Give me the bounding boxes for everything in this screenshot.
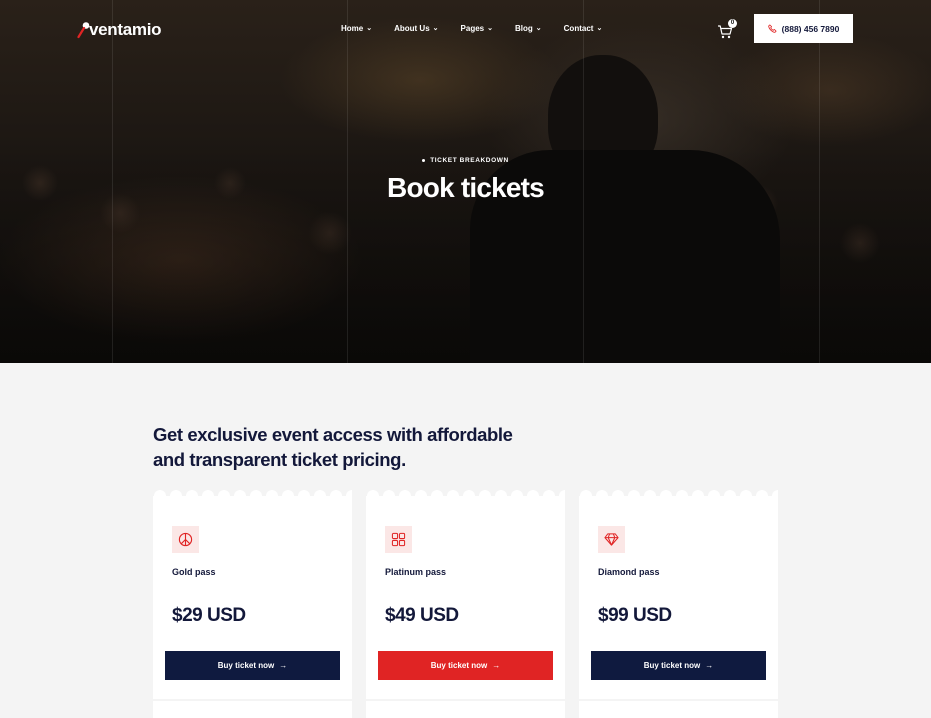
hero-eyebrow-text: TICKET BREAKDOWN — [430, 157, 509, 164]
cart-count-badge: 0 — [728, 19, 737, 28]
arrow-right-icon: → — [279, 661, 288, 670]
section-heading-line: and transparent ticket pricing. — [153, 449, 406, 470]
nav-item-blog[interactable]: Blog ⌄ — [515, 24, 542, 33]
cart-button[interactable]: 0 — [717, 19, 737, 40]
ticket-scallop-edge — [366, 490, 565, 502]
logo-text: ventamio — [89, 20, 162, 39]
chevron-down-icon: ⌄ — [366, 24, 373, 32]
buy-ticket-label: Buy ticket now — [217, 661, 275, 670]
ticket-card-features — [366, 701, 565, 718]
plan-name: Platinum pass — [385, 567, 447, 577]
plan-price: $99 USD — [598, 605, 672, 626]
arrow-right-icon: → — [492, 661, 501, 670]
nav-item-pages[interactable]: Pages ⌄ — [461, 24, 493, 33]
section-heading-line: Get exclusive event access with affordab… — [153, 424, 513, 445]
arrow-right-icon: → — [705, 661, 714, 670]
ticket-scallop-edge — [153, 490, 352, 502]
phone-icon — [767, 24, 777, 33]
main-nav: Home ⌄ About Us ⌄ Pages ⌄ Blog ⌄ Contact ⌄ — [341, 24, 624, 33]
buy-ticket-button[interactable]: Buy ticket now → — [165, 651, 340, 680]
chevron-down-icon: ⌄ — [535, 24, 542, 32]
ticket-card-features — [153, 701, 352, 718]
plan-name: Gold pass — [172, 567, 216, 577]
nav-item-label: About Us — [394, 24, 430, 33]
buy-ticket-button[interactable]: Buy ticket now → — [378, 651, 553, 680]
nav-item-about-us[interactable]: About Us ⌄ — [394, 24, 438, 33]
ticket-card-platinum: Platinum pass $49 USD Buy ticket now → — [366, 490, 565, 699]
nav-item-label: Blog — [515, 24, 533, 33]
peace-icon — [172, 526, 199, 553]
bullet-icon — [422, 158, 426, 162]
nav-item-label: Home — [341, 24, 364, 33]
ticket-card-gold: Gold pass $29 USD Buy ticket now → — [153, 490, 352, 699]
page-title: Book tickets — [387, 172, 545, 203]
hero-eyebrow: TICKET BREAKDOWN — [0, 157, 931, 164]
nav-item-label: Pages — [460, 24, 485, 33]
diamond-icon — [598, 526, 625, 553]
ticket-scallop-edge — [579, 490, 778, 502]
site-logo[interactable]: ventamio — [77, 20, 162, 40]
chevron-down-icon: ⌄ — [432, 24, 439, 32]
plan-price: $49 USD — [385, 605, 459, 626]
nav-item-home[interactable]: Home ⌄ — [341, 24, 372, 33]
chevron-down-icon: ⌄ — [487, 24, 493, 32]
plan-price: $29 USD — [172, 605, 246, 626]
buy-ticket-button[interactable]: Buy ticket now → — [591, 651, 766, 680]
nav-item-label: Contact — [563, 24, 594, 33]
nav-item-contact[interactable]: Contact ⌄ — [564, 24, 603, 33]
ticket-card-diamond: Diamond pass $99 USD Buy ticket now → — [579, 490, 778, 699]
section-heading: Get exclusive event access with affordab… — [153, 422, 533, 472]
grid-icon — [385, 526, 412, 553]
chevron-down-icon: ⌄ — [596, 24, 603, 32]
phone-button[interactable]: (888) 456 7890 — [754, 14, 853, 43]
ticket-card-features — [579, 701, 778, 718]
buy-ticket-label: Buy ticket now — [430, 661, 488, 670]
phone-number: (888) 456 7890 — [781, 23, 840, 34]
buy-ticket-label: Buy ticket now — [643, 661, 701, 670]
plan-name: Diamond pass — [598, 567, 660, 577]
